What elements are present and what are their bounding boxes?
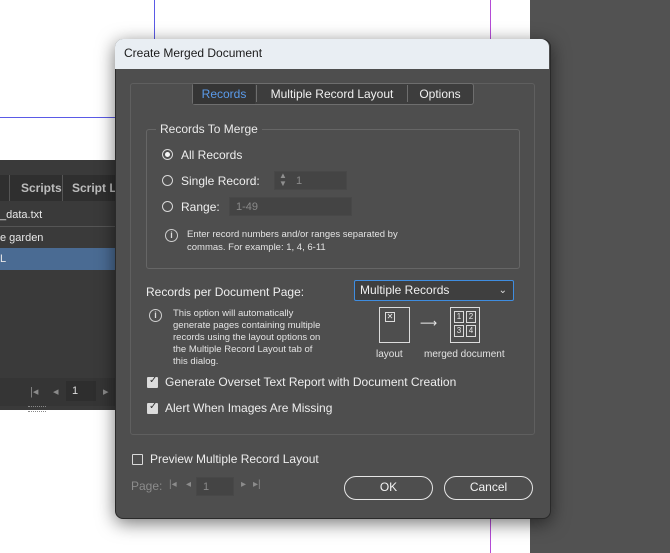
panel-resize-grip[interactable]	[28, 406, 46, 412]
missing-images-checkbox[interactable]	[147, 401, 158, 414]
overset-report-label[interactable]: Generate Overset Text Report with Docume…	[165, 375, 456, 389]
pasteboard	[530, 0, 670, 553]
previous-page-icon[interactable]: ◂	[186, 479, 191, 490]
panel-list-item[interactable]: e garden	[0, 227, 118, 249]
last-page-icon[interactable]: ▸|	[253, 479, 261, 490]
diagram-layout-label: layout	[376, 349, 403, 360]
merged-cell: 1	[454, 311, 464, 323]
range-hint-line1: Enter record numbers and/or ranges separ…	[187, 229, 398, 240]
single-record-radio[interactable]	[162, 175, 173, 186]
diagram-merged-label: merged document	[424, 349, 505, 360]
all-records-radio[interactable]	[162, 149, 173, 160]
tab-records[interactable]: Records	[193, 84, 255, 104]
records-per-page-value: Multiple Records	[360, 283, 450, 297]
info-icon: i	[165, 229, 178, 242]
all-records-label[interactable]: All Records	[181, 148, 242, 162]
arrow-right-icon: ⟶	[420, 316, 438, 330]
tab-options[interactable]: Options	[408, 84, 472, 104]
records-per-page-label: Records per Document Page:	[146, 285, 305, 299]
panel-list-item[interactable]: _data.txt	[0, 204, 118, 226]
tab-multiple-record-layout[interactable]: Multiple Record Layout	[257, 84, 407, 104]
record-placeholder-icon: ✕	[385, 312, 395, 322]
records-per-page-select[interactable]: Multiple Records ⌄	[354, 280, 514, 301]
panel-list-item-label: e garden	[0, 232, 44, 244]
preview-checkbox[interactable]	[132, 454, 143, 465]
merged-cell: 2	[466, 311, 476, 323]
panel-tab-divider	[9, 175, 10, 201]
missing-images-label[interactable]: Alert When Images Are Missing	[165, 401, 332, 415]
overset-report-checkbox[interactable]	[147, 375, 158, 388]
first-record-icon[interactable]: |◂	[30, 385, 38, 398]
records-to-merge-legend: Records To Merge	[156, 122, 262, 136]
next-page-icon[interactable]: ▸	[241, 479, 246, 490]
panel-tab-scripts[interactable]: Scripts	[21, 175, 62, 201]
page-label: Page:	[131, 479, 163, 493]
range-field[interactable]: 1-49	[229, 197, 352, 216]
range-label[interactable]: Range:	[181, 200, 220, 214]
panel-page-field[interactable]: 1	[72, 385, 78, 397]
guide-line	[154, 0, 155, 40]
records-per-page-info-line1: This option will automatically	[173, 308, 294, 319]
panel-record-navigation: |◂ ◂ 1 ▸	[0, 378, 118, 406]
records-per-page-info-line3: records using the layout options on	[173, 332, 321, 343]
panel-list-item-label: L	[0, 253, 7, 265]
single-record-label[interactable]: Single Record:	[181, 174, 260, 188]
page-number-field[interactable]: 1	[196, 477, 234, 496]
stepper-arrows-icon[interactable]: ▲ ▼	[276, 172, 290, 191]
merged-cell: 3	[454, 325, 464, 337]
merged-document-page-icon: 1 2 3 4	[450, 307, 480, 343]
next-record-icon[interactable]: ▸	[103, 385, 109, 398]
ok-button[interactable]: OK	[344, 476, 433, 500]
first-page-icon[interactable]: |◂	[169, 479, 177, 490]
layout-page-icon: ✕	[379, 307, 410, 343]
range-radio[interactable]	[162, 201, 173, 212]
panel-tab-divider	[62, 175, 63, 201]
panel-list-item-label: _data.txt	[0, 209, 43, 221]
single-record-value: 1	[296, 175, 303, 187]
chevron-down-icon: ⌄	[498, 285, 507, 296]
records-per-page-info-line5: this dialog.	[173, 356, 219, 367]
range-hint-line2: commas. For example: 1, 4, 6-11	[187, 242, 326, 253]
dialog-title: Create Merged Document	[124, 46, 263, 60]
panel-list-item-selected[interactable]: L	[0, 248, 118, 270]
previous-record-icon[interactable]: ◂	[53, 385, 59, 398]
panel-tab-script-label[interactable]: Script La	[72, 175, 118, 201]
info-icon: i	[149, 309, 162, 322]
preview-label[interactable]: Preview Multiple Record Layout	[150, 452, 319, 466]
merged-cell: 4	[466, 325, 476, 337]
records-per-page-info-line4: the Multiple Record Layout tab of	[173, 344, 313, 355]
guide-line-horizontal	[0, 117, 116, 118]
records-per-page-info-line2: generate pages containing multiple	[173, 320, 321, 331]
cancel-button[interactable]: Cancel	[444, 476, 533, 500]
